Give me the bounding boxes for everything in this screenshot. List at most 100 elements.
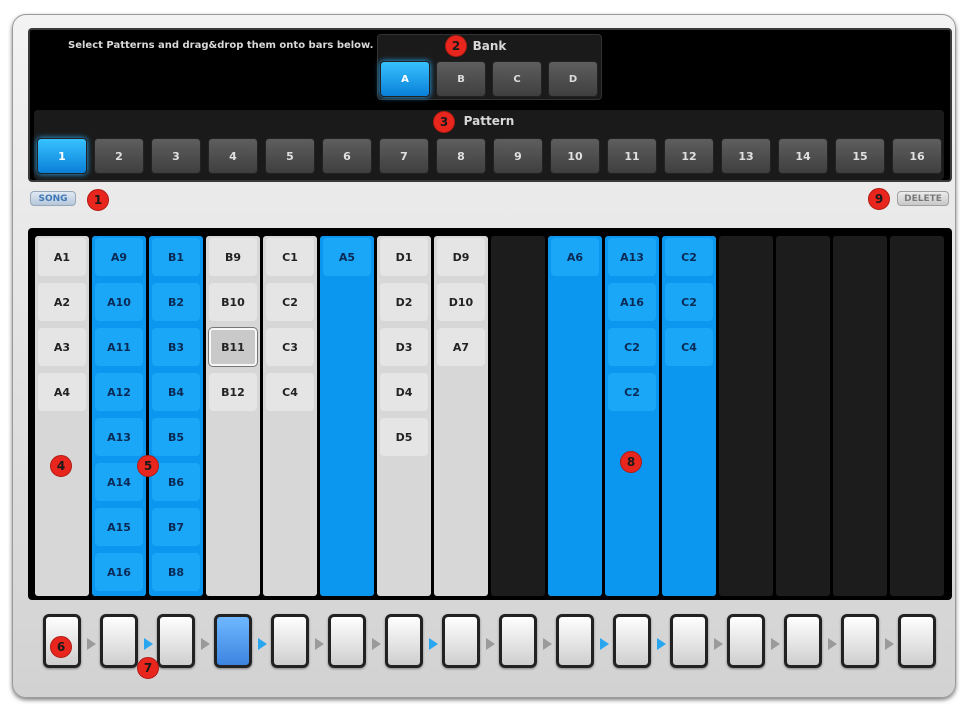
bank-button-d[interactable]: D [548,61,598,97]
step-button-13[interactable] [727,614,765,668]
pattern-slot[interactable]: D1 [380,238,428,276]
pattern-slot[interactable]: C2 [266,283,314,321]
pattern-slot[interactable]: C2 [665,238,713,276]
song-bar-7[interactable]: D1 D2 D3 D4 D5 [377,236,431,596]
pattern-button-12[interactable]: 12 [664,138,714,174]
pattern-button-10[interactable]: 10 [550,138,600,174]
step-button-12[interactable] [670,614,708,668]
song-bar-15[interactable] [833,236,887,596]
delete-button[interactable]: DELETE [897,191,949,206]
pattern-slot[interactable]: B12 [209,373,257,411]
pattern-slot[interactable]: C2 [608,373,656,411]
pattern-slot[interactable]: D2 [380,283,428,321]
pattern-slot[interactable]: B5 [152,418,200,456]
pattern-slot[interactable]: C4 [665,328,713,366]
step-button-4[interactable] [214,614,252,668]
pattern-slot[interactable]: A15 [95,508,143,546]
pattern-button-14[interactable]: 14 [778,138,828,174]
pattern-button-3[interactable]: 3 [151,138,201,174]
pattern-slot[interactable]: B6 [152,463,200,501]
pattern-button-6[interactable]: 6 [322,138,372,174]
song-bar-16[interactable] [890,236,944,596]
pattern-slot[interactable]: A3 [38,328,86,366]
pattern-button-16[interactable]: 16 [892,138,942,174]
pattern-slot[interactable]: B11 [209,328,257,366]
pattern-slot[interactable]: D3 [380,328,428,366]
song-bar-10[interactable]: A6 [548,236,602,596]
song-bar-5[interactable]: C1 C2 C3 C4 [263,236,317,596]
pattern-button-11[interactable]: 11 [607,138,657,174]
song-bar-12[interactable]: C2 C2 C4 [662,236,716,596]
pattern-slot[interactable]: A11 [95,328,143,366]
step-button-11[interactable] [613,614,651,668]
step-button-6[interactable] [328,614,366,668]
step-button-15[interactable] [841,614,879,668]
pattern-slot[interactable]: B4 [152,373,200,411]
pattern-slot[interactable]: B2 [152,283,200,321]
pattern-slot[interactable]: A14 [95,463,143,501]
play-arrow-icon [771,638,780,650]
pattern-button-7[interactable]: 7 [379,138,429,174]
pattern-button-5[interactable]: 5 [265,138,315,174]
pattern-slot[interactable]: D10 [437,283,485,321]
pattern-button-15[interactable]: 15 [835,138,885,174]
pattern-slot[interactable]: A16 [95,553,143,591]
bank-title: Bank [472,39,507,53]
pattern-slot[interactable]: B1 [152,238,200,276]
pattern-slot[interactable]: A9 [95,238,143,276]
pattern-button-2[interactable]: 2 [94,138,144,174]
pattern-slot[interactable]: A7 [437,328,485,366]
song-bar-9[interactable] [491,236,545,596]
pattern-slot[interactable]: A12 [95,373,143,411]
pattern-button-13[interactable]: 13 [721,138,771,174]
pattern-slot[interactable]: B10 [209,283,257,321]
pattern-slot[interactable]: A10 [95,283,143,321]
step-button-9[interactable] [499,614,537,668]
pattern-slot[interactable]: A1 [38,238,86,276]
step-button-2[interactable] [100,614,138,668]
pattern-slot[interactable]: A4 [38,373,86,411]
step-button-3[interactable] [157,614,195,668]
pattern-slot[interactable]: B8 [152,553,200,591]
pattern-slot[interactable]: A6 [551,238,599,276]
song-bar-6[interactable]: A5 [320,236,374,596]
song-bar-11[interactable]: A13 A16 C2 C2 [605,236,659,596]
pattern-button-1[interactable]: 1 [37,138,87,174]
step-button-7[interactable] [385,614,423,668]
step-button-5[interactable] [271,614,309,668]
song-bar-14[interactable] [776,236,830,596]
pattern-slot[interactable]: C4 [266,373,314,411]
pattern-slot[interactable]: D5 [380,418,428,456]
song-bar-2[interactable]: A9 A10 A11 A12 A13 A14 A15 A16 [92,236,146,596]
pattern-slot[interactable]: C2 [608,328,656,366]
pattern-slot[interactable]: A13 [608,238,656,276]
pattern-slot[interactable]: A5 [323,238,371,276]
step-button-14[interactable] [784,614,822,668]
song-button[interactable]: SONG [30,191,76,206]
song-bar-3[interactable]: B1 B2 B3 B4 B5 B6 B7 B8 [149,236,203,596]
pattern-slot[interactable]: C2 [665,283,713,321]
pattern-slot[interactable]: C1 [266,238,314,276]
pattern-slot[interactable]: C3 [266,328,314,366]
song-bar-8[interactable]: D9 D10 A7 [434,236,488,596]
pattern-button-4[interactable]: 4 [208,138,258,174]
pattern-slot[interactable]: B3 [152,328,200,366]
pattern-slot[interactable]: D4 [380,373,428,411]
pattern-slot[interactable]: A16 [608,283,656,321]
pattern-button-9[interactable]: 9 [493,138,543,174]
song-bar-1[interactable]: A1 A2 A3 A4 [35,236,89,596]
song-bar-13[interactable] [719,236,773,596]
bank-button-a[interactable]: A [380,61,430,97]
pattern-slot[interactable]: B9 [209,238,257,276]
step-button-10[interactable] [556,614,594,668]
pattern-slot[interactable]: B7 [152,508,200,546]
pattern-slot[interactable]: D9 [437,238,485,276]
song-bar-4[interactable]: B9 B10 B11 B12 [206,236,260,596]
pattern-button-8[interactable]: 8 [436,138,486,174]
pattern-slot[interactable]: A13 [95,418,143,456]
bank-button-b[interactable]: B [436,61,486,97]
step-button-16[interactable] [898,614,936,668]
pattern-slot[interactable]: A2 [38,283,86,321]
bank-button-c[interactable]: C [492,61,542,97]
step-button-8[interactable] [442,614,480,668]
